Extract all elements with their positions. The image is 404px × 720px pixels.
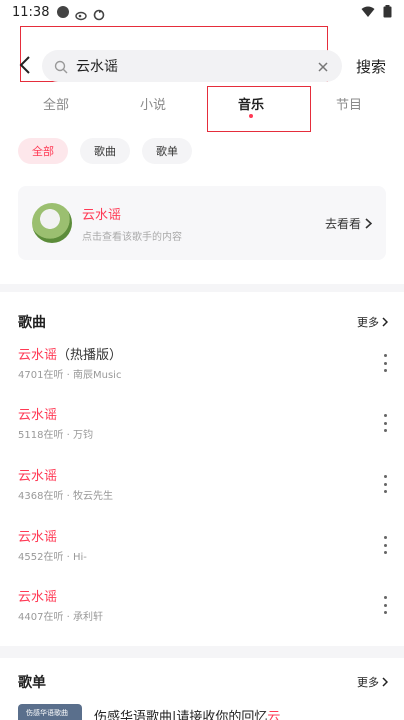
tab-novel[interactable]: 小说 [140, 94, 166, 113]
singer-card[interactable]: 云水谣 点击查看该歌手的内容 去看看 [18, 186, 386, 260]
search-icon [54, 59, 68, 74]
more-options-icon[interactable] [382, 475, 388, 493]
search-button[interactable]: 搜索 [356, 56, 386, 77]
status-time: 11:38 [12, 4, 50, 20]
singer-avatar [32, 203, 72, 243]
playlist-more-button[interactable]: 更多 [357, 674, 388, 690]
playlist-more-label: 更多 [357, 676, 379, 689]
category-tabs: 全部 小说 音乐 节目 [0, 88, 404, 128]
battery-icon [383, 3, 392, 22]
singer-name: 云水谣 [82, 207, 122, 223]
songs-section: 歌曲 更多 云水谣（热播版） 4701在听 · 南辰Music 云水谣 5118… [0, 292, 404, 646]
playlist-cover[interactable]: 伤感华语歌曲 [18, 704, 82, 720]
filter-chips: 全部 歌曲 歌单 [18, 138, 192, 164]
playlist-title[interactable]: 伤感华语歌曲|请接收你的回忆云 [94, 706, 280, 720]
more-options-icon[interactable] [382, 414, 388, 432]
tab-program[interactable]: 节目 [336, 94, 362, 113]
song-title: 云水谣 [18, 590, 58, 605]
search-header: 搜索 全部 小说 音乐 节目 全部 歌曲 歌单 [0, 24, 404, 164]
clear-icon[interactable] [316, 59, 330, 73]
search-input[interactable] [76, 58, 316, 74]
more-options-icon[interactable] [382, 596, 388, 614]
song-item[interactable]: 云水谣 5118在听 · 万钧 [0, 404, 404, 460]
filter-chip-songs[interactable]: 歌曲 [80, 138, 130, 164]
songs-more-button[interactable]: 更多 [357, 314, 388, 330]
chevron-right-icon [365, 217, 372, 229]
tab-music[interactable]: 音乐 [238, 94, 264, 113]
song-title: 云水谣 [18, 408, 58, 423]
song-meta: 4368在听 · 牧云先生 [18, 491, 113, 502]
song-meta: 4407在听 · 承利轩 [18, 612, 103, 623]
playlist-cover-text: 伤感华语歌曲 [26, 709, 68, 717]
playlist-section-title: 歌单 [18, 675, 46, 691]
song-item[interactable]: 云水谣（热播版） 4701在听 · 南辰Music [0, 344, 404, 400]
song-meta: 5118在听 · 万钧 [18, 430, 93, 441]
view-singer-button[interactable]: 去看看 [325, 215, 372, 232]
playlist-section: 歌单 更多 伤感华语歌曲 伤感华语歌曲|请接收你的回忆云 [0, 658, 404, 720]
status-bar: 11:38 [0, 0, 404, 24]
tab-active-indicator [249, 114, 253, 118]
songs-section-title: 歌曲 [18, 315, 46, 331]
song-item[interactable]: 云水谣 4552在听 · Hi- [0, 526, 404, 582]
songs-more-label: 更多 [357, 316, 379, 329]
song-title: 云水谣（热播版） [18, 348, 123, 363]
back-button[interactable] [14, 54, 36, 76]
song-item[interactable]: 云水谣 4407在听 · 承利轩 [0, 586, 404, 642]
notification-icon [57, 6, 70, 18]
weibo-icon [75, 6, 88, 21]
search-box[interactable] [42, 50, 342, 82]
song-title: 云水谣 [18, 530, 58, 545]
sync-icon [93, 6, 105, 21]
filter-chip-playlists[interactable]: 歌单 [142, 138, 192, 164]
chevron-right-icon [382, 317, 388, 327]
song-item[interactable]: 云水谣 4368在听 · 牧云先生 [0, 465, 404, 521]
tab-all[interactable]: 全部 [43, 94, 69, 113]
wifi-icon [361, 3, 375, 22]
song-meta: 4552在听 · Hi- [18, 552, 87, 563]
singer-subtitle: 点击查看该歌手的内容 [82, 231, 182, 243]
song-meta: 4701在听 · 南辰Music [18, 370, 122, 381]
view-singer-label: 去看看 [324, 216, 361, 231]
back-arrow-icon [19, 56, 30, 74]
more-options-icon[interactable] [382, 536, 388, 554]
chevron-right-icon [382, 677, 388, 687]
more-options-icon[interactable] [382, 354, 388, 372]
filter-chip-all[interactable]: 全部 [18, 138, 68, 164]
song-title: 云水谣 [18, 469, 58, 484]
